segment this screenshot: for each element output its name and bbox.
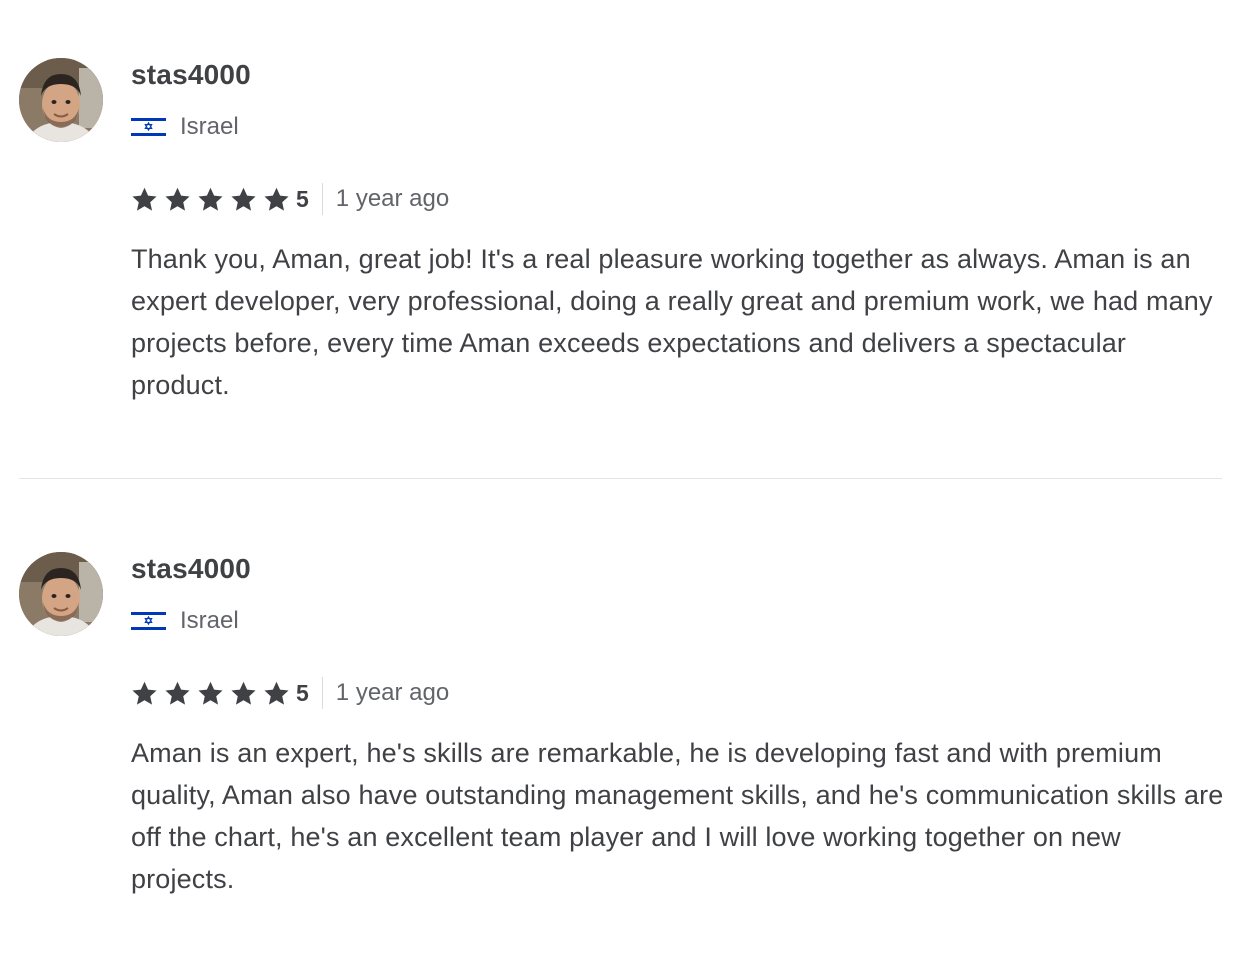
rating-row: 5 1 year ago [131, 676, 449, 710]
reviewer-username[interactable]: stas4000 [131, 58, 251, 92]
review-time: 1 year ago [335, 185, 450, 212]
reviewer-country: Israel [131, 112, 239, 142]
rating-score: 5 [296, 186, 309, 212]
country-name: Israel [180, 113, 239, 140]
star-icon [165, 681, 190, 705]
reviewer-country: Israel [131, 606, 239, 636]
avatar-image [19, 58, 103, 142]
rating-row: 5 1 year ago [131, 182, 449, 216]
review-separator [19, 478, 1222, 479]
rating-divider [321, 677, 323, 709]
star-icon [198, 187, 223, 211]
rating-divider [321, 183, 323, 215]
israel-flag-icon [131, 116, 166, 138]
star-icon [165, 187, 190, 211]
israel-flag-icon [131, 610, 166, 632]
avatar-image [19, 552, 103, 636]
reviewer-username[interactable]: stas4000 [131, 552, 251, 586]
review-text: Thank you, Aman, great job! It's a real … [131, 244, 1213, 400]
star-icon [231, 187, 256, 211]
star-icon [132, 681, 157, 705]
star-rating [131, 186, 296, 213]
star-icon [264, 187, 289, 211]
star-icon [198, 681, 223, 705]
star-icon [231, 681, 256, 705]
review-time: 1 year ago [335, 679, 450, 706]
avatar[interactable] [19, 552, 103, 636]
review-text: Aman is an expert, he's skills are remar… [131, 738, 1224, 894]
avatar[interactable] [19, 58, 103, 142]
star-icon [264, 681, 289, 705]
rating-score: 5 [296, 680, 309, 706]
star-icon [132, 187, 157, 211]
star-rating [131, 680, 296, 707]
country-name: Israel [180, 607, 239, 634]
